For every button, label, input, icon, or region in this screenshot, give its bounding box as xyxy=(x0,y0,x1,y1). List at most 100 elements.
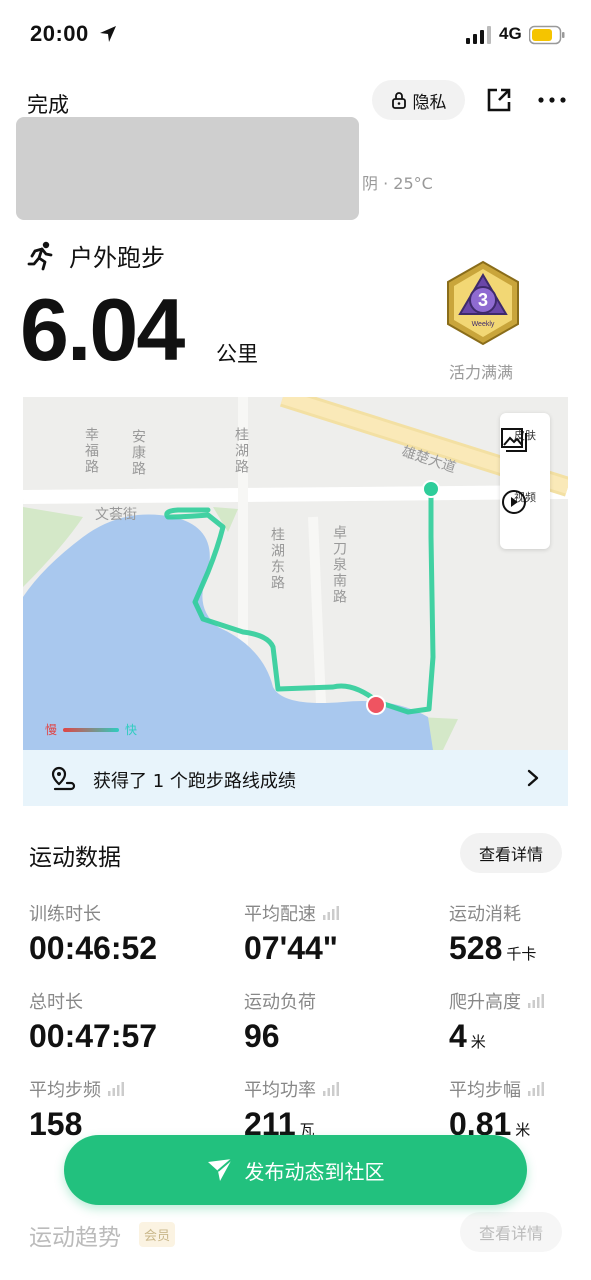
stat-label: 平均步频 xyxy=(29,1076,219,1102)
route-end-marker xyxy=(366,695,386,715)
share-icon[interactable] xyxy=(486,87,512,113)
stat-value-text: 00:47:57 xyxy=(29,1018,158,1054)
workout-title: 户外跑步 xyxy=(27,238,165,273)
battery-icon xyxy=(529,25,565,45)
stat-label-text: 爬升高度 xyxy=(449,992,521,1013)
stat-label: 平均功率 xyxy=(244,1076,434,1102)
legend-fast: 快 xyxy=(125,723,138,737)
privacy-button[interactable]: 隐私 xyxy=(372,80,465,120)
stat-label-text: 平均功率 xyxy=(244,1080,316,1101)
map-canvas xyxy=(23,397,568,750)
stat-unit: 米 xyxy=(470,1033,486,1051)
member-badge: 会员 xyxy=(139,1222,176,1247)
route-map[interactable]: 幸福路 安康路 桂湖路 文荟街 桂湖东路 卓刀泉南路 雄楚大道 皮肤 视频 慢 … xyxy=(23,397,568,750)
street-label: 文荟街 xyxy=(95,507,137,523)
stat-label: 平均配速 xyxy=(244,900,434,926)
view-details-button[interactable]: 查看详情 xyxy=(460,833,562,873)
stat-value: 96 xyxy=(244,1018,434,1055)
trend-chart-icon xyxy=(528,1082,544,1096)
stat-value-text: 4 xyxy=(449,1018,467,1054)
route-achievement-banner[interactable]: 获得了 1 个跑步路线成绩 xyxy=(23,750,568,806)
distance-value: 6.04 xyxy=(20,280,185,379)
stat-item: 平均步幅 0.81 米 xyxy=(449,1076,591,1143)
trend-title: 运动趋势 xyxy=(29,1225,121,1251)
stat-item: 运动消耗 528 千卡 xyxy=(449,900,591,967)
status-bar: 20:00 4G xyxy=(0,0,591,70)
lock-icon xyxy=(391,92,406,109)
stat-item: 平均步频 158 xyxy=(29,1076,219,1143)
route-pin-icon xyxy=(51,766,76,791)
stat-label-text: 平均配速 xyxy=(244,904,316,925)
distance-unit: 公里 xyxy=(216,342,258,366)
stat-label-text: 运动负荷 xyxy=(244,992,316,1013)
stat-item: 平均功率 211 瓦 xyxy=(244,1076,434,1143)
done-button[interactable]: 完成 xyxy=(27,89,69,119)
street-label: 桂湖路 xyxy=(233,427,249,475)
stat-label: 爬升高度 xyxy=(449,988,591,1014)
stat-item: 爬升高度 4 米 xyxy=(449,988,591,1055)
trend-chart-icon xyxy=(323,906,339,920)
trend-details-button[interactable]: 查看详情 xyxy=(460,1212,562,1252)
sport-data-title: 运动数据 xyxy=(29,845,121,871)
stat-item: 总时长 00:47:57 xyxy=(29,988,219,1055)
stat-item: 训练时长 00:46:52 xyxy=(29,900,219,967)
stat-item: 运动负荷 96 xyxy=(244,988,434,1055)
legend-gradient xyxy=(63,727,120,732)
stat-value: 07'44" xyxy=(244,930,434,967)
stat-value: 00:47:57 xyxy=(29,1018,219,1055)
running-icon xyxy=(27,241,53,270)
trend-chart-icon xyxy=(528,994,544,1008)
redacted-info-box xyxy=(16,117,359,220)
stat-value: 00:46:52 xyxy=(29,930,219,967)
stat-label-text: 总时长 xyxy=(29,992,83,1013)
trend-chart-icon xyxy=(323,1082,339,1096)
status-time: 20:00 xyxy=(30,21,89,46)
stat-label-text: 训练时长 xyxy=(29,904,101,925)
stat-item: 平均配速 07'44" xyxy=(244,900,434,967)
pace-legend: 慢 快 xyxy=(45,721,137,738)
badge-text: Weekly xyxy=(472,321,495,328)
stat-value-text: 00:46:52 xyxy=(29,930,158,966)
publish-button[interactable]: 发布动态到社区 xyxy=(64,1135,527,1205)
stat-unit: 米 xyxy=(515,1121,531,1139)
route-start-marker xyxy=(422,480,440,498)
stat-value: 528 千卡 xyxy=(449,930,591,967)
skin-button[interactable]: 皮肤 xyxy=(500,427,550,452)
legend-slow: 慢 xyxy=(45,723,58,737)
stat-label: 总时长 xyxy=(29,988,219,1014)
street-label: 卓刀泉南路 xyxy=(331,525,347,605)
stat-value-text: 528 xyxy=(449,930,503,966)
weather-text: 阴 · 25°C xyxy=(362,174,433,193)
route-achievement-text: 获得了 1 个跑步路线成绩 xyxy=(93,771,296,792)
stat-label: 训练时长 xyxy=(29,900,219,926)
video-button[interactable]: 视频 xyxy=(500,489,550,514)
stat-value: 4米 xyxy=(449,1018,591,1055)
header: 完成 隐私 阴 · 25°C xyxy=(0,70,591,220)
stat-label: 运动消耗 xyxy=(449,900,591,926)
play-icon xyxy=(502,490,526,514)
stat-label-text: 平均步频 xyxy=(29,1080,101,1101)
stat-label-text: 运动消耗 xyxy=(449,904,521,925)
weekly-badge-icon[interactable]: 3 Weekly xyxy=(440,260,526,346)
signal-icon xyxy=(466,26,491,44)
street-label: 幸福路 xyxy=(83,427,99,475)
stat-label: 平均步幅 xyxy=(449,1076,591,1102)
stat-label: 运动负荷 xyxy=(244,988,434,1014)
stat-value-text: 07'44" xyxy=(244,930,338,966)
stat-unit: 千卡 xyxy=(506,945,537,963)
image-icon xyxy=(501,428,527,452)
trend-chart-icon xyxy=(108,1082,124,1096)
publish-label: 发布动态到社区 xyxy=(244,1159,385,1184)
badge-label: 活力满满 xyxy=(449,363,514,382)
street-label: 安康路 xyxy=(130,429,146,477)
more-icon[interactable] xyxy=(537,87,567,113)
street-label: 桂湖东路 xyxy=(269,527,285,591)
chevron-right-icon xyxy=(527,769,539,787)
stat-value-text: 96 xyxy=(244,1018,280,1054)
stat-label-text: 平均步幅 xyxy=(449,1080,521,1101)
location-arrow-icon xyxy=(100,26,116,42)
map-tools: 皮肤 视频 xyxy=(500,413,550,549)
workout-type: 户外跑步 xyxy=(69,244,165,272)
send-icon xyxy=(207,1158,233,1181)
privacy-label: 隐私 xyxy=(412,92,447,113)
